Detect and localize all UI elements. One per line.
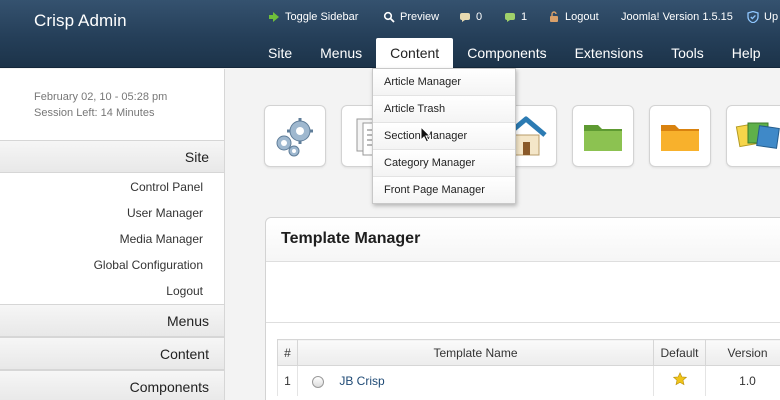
sidebar-link-media-manager[interactable]: Media Manager [120,232,203,246]
content-dropdown-menu: Article Manager Article Trash Section Ma… [372,68,516,204]
nav-components[interactable]: Components [453,38,560,68]
shield-icon [747,11,759,23]
row-number: 1 [277,365,298,396]
current-date: February 02, 10 - 05:28 pm [34,91,168,103]
template-name-cell: JB Crisp [297,365,654,396]
sidebar-section-menus[interactable]: Menus [0,304,224,337]
column-header-number: # [277,339,298,366]
sidebar-section-content[interactable]: Content [0,337,224,370]
preview-label: Preview [400,11,440,23]
panel-toolbar [266,263,780,323]
sidebar-link-control-panel[interactable]: Control Panel [130,180,203,194]
template-name-link[interactable]: JB Crisp [339,374,384,388]
messages-link[interactable]: 0 [459,11,482,23]
sidebar-link-global-configuration[interactable]: Global Configuration [94,258,203,272]
template-version: 1.0 [705,365,780,396]
quickicon-media[interactable] [726,105,780,167]
menu-item-front-page-manager[interactable]: Front Page Manager [373,177,515,203]
logout-label: Logout [565,11,599,23]
media-pictures-icon [735,122,780,149]
configuration-gears-icon [276,118,313,157]
toggle-sidebar-link[interactable]: Toggle Sidebar [268,11,358,23]
toggle-sidebar-label: Toggle Sidebar [285,11,359,23]
help-up-label: Up [764,11,779,23]
quickicon-green-folder[interactable] [572,105,634,167]
sidebar-section-components[interactable]: Components [0,370,224,400]
messages-icon [460,13,470,22]
panel-header: Template Manager [266,218,780,262]
nav-menus[interactable]: Menus [306,38,376,68]
table-row: 1 JB Crisp 1.0 [277,365,780,396]
logout-link[interactable]: Logout [548,11,599,23]
template-manager-panel: Template Manager # Template Name Default… [265,217,780,400]
header-links: Toggle Sidebar Preview 0 1 Logout Joomla… [0,11,780,29]
menu-item-article-manager[interactable]: Article Manager [373,69,515,96]
nav-tools[interactable]: Tools [657,38,718,68]
nav-extensions[interactable]: Extensions [561,38,657,68]
quickicon-configuration[interactable] [264,105,326,167]
messages-count: 0 [476,11,483,23]
column-header-version[interactable]: Version [705,339,780,366]
orange-folder-icon [661,125,699,151]
session-left: Session Left: 14 Minutes [34,107,155,119]
users-online-link[interactable]: 1 [504,11,527,23]
quickicon-orange-folder[interactable] [649,105,711,167]
sidebar-link-logout[interactable]: Logout [166,284,203,298]
preview-icon [383,11,395,23]
column-header-template-name[interactable]: Template Name [297,339,654,366]
default-star-icon[interactable] [672,372,687,386]
default-cell [653,365,706,396]
menu-item-article-trash[interactable]: Article Trash [373,96,515,123]
nav-site[interactable]: Site [254,38,306,68]
main-nav: Site Menus Content Components Extensions… [254,38,775,68]
logout-icon [550,11,558,22]
nav-help[interactable]: Help [718,38,775,68]
help-up-link[interactable]: Up [747,11,778,23]
sidebar: February 02, 10 - 05:28 pm Session Left:… [0,69,225,400]
sidebar-link-user-manager[interactable]: User Manager [127,206,203,220]
panel-title: Template Manager [281,230,421,247]
template-table: # Template Name Default Version 1 JB Cri… [277,339,780,396]
mouse-cursor-icon [420,126,431,143]
users-online-icon [505,13,515,22]
users-online-count: 1 [521,11,528,23]
toggle-sidebar-icon [269,12,279,22]
top-header: Crisp Admin Toggle Sidebar Preview 0 1 L… [0,0,780,68]
preview-link[interactable]: Preview [383,11,439,23]
green-folder-icon [584,125,622,151]
sidebar-section-site[interactable]: Site [0,140,224,173]
session-info: February 02, 10 - 05:28 pm Session Left:… [34,89,167,121]
menu-item-category-manager[interactable]: Category Manager [373,150,515,177]
column-header-default[interactable]: Default [653,339,706,366]
joomla-version: Joomla! Version 1.5.15 [621,11,733,23]
template-select-radio[interactable] [312,375,324,388]
nav-content[interactable]: Content [376,38,454,68]
menu-item-section-manager[interactable]: Section Manager [373,123,515,150]
